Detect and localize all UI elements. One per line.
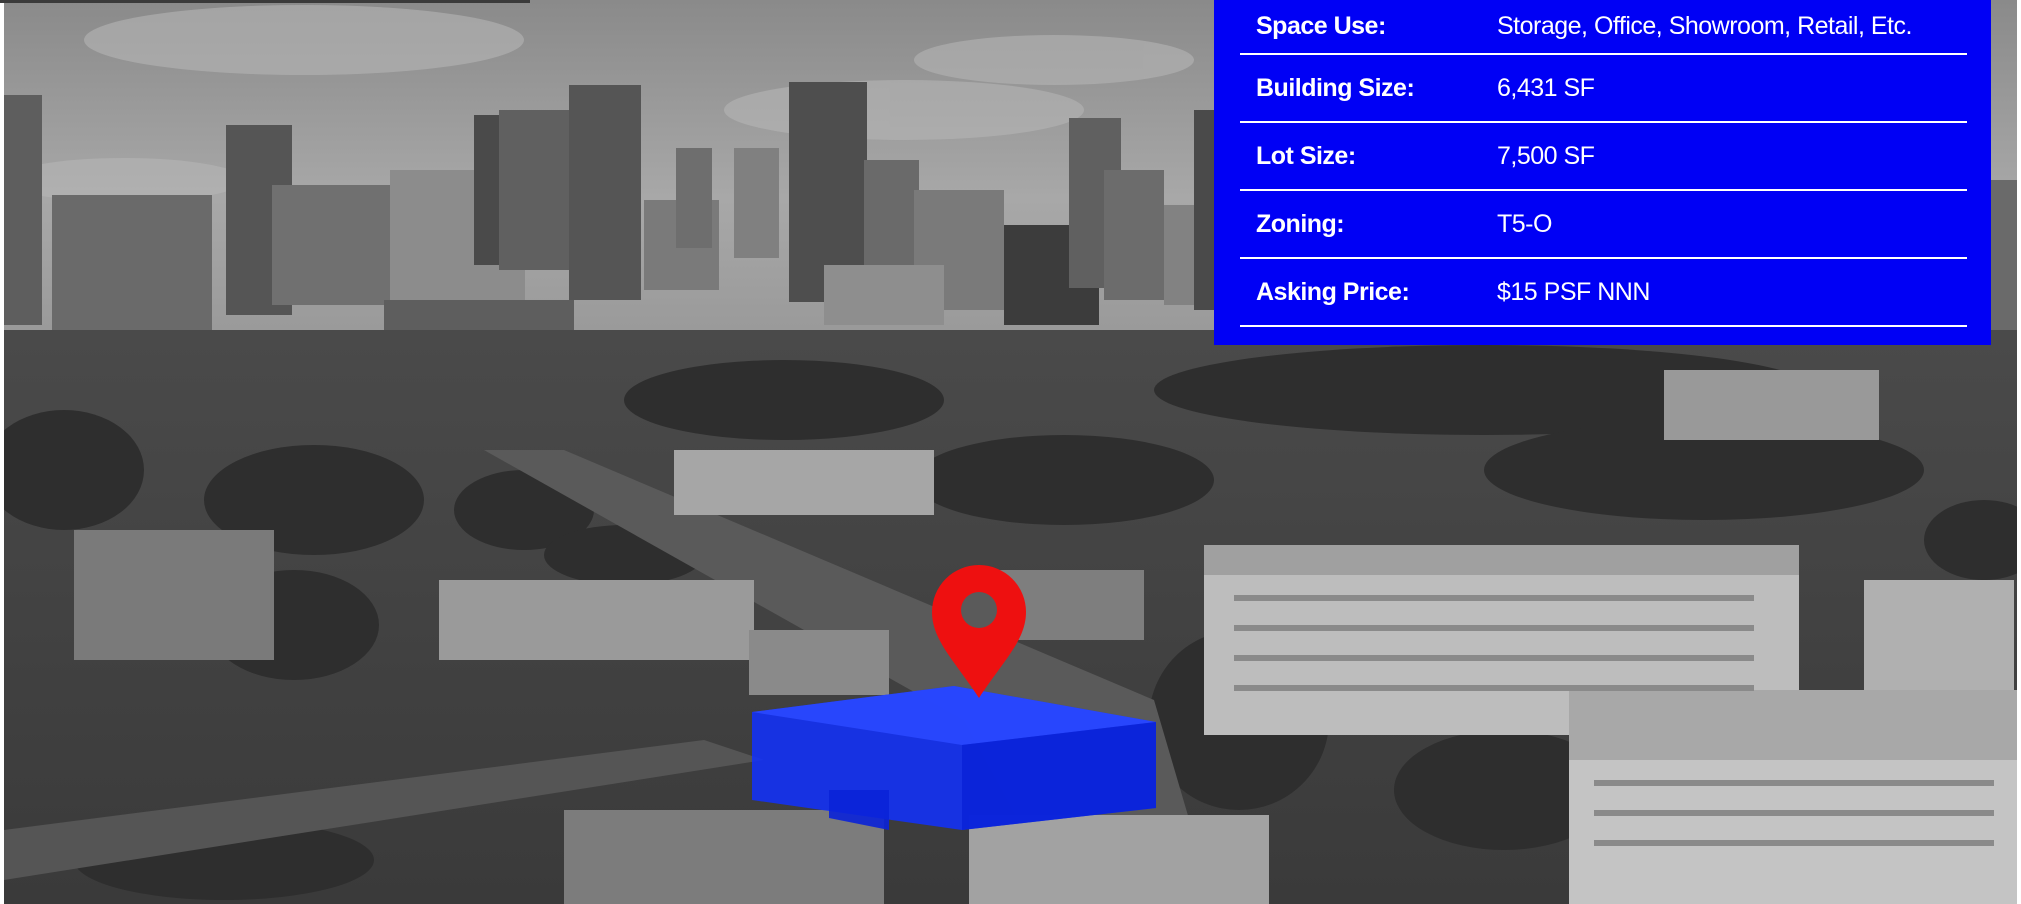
spec-value: 7,500 SF [1497, 141, 1595, 170]
spec-value: 6,431 SF [1497, 73, 1595, 102]
spec-row-building-size: Building Size: 6,431 SF [1240, 55, 1967, 123]
spec-value: Storage, Office, Showroom, Retail, Etc. [1497, 12, 1912, 40]
top-strip [0, 0, 530, 3]
spec-label: Asking Price: [1256, 277, 1410, 306]
spec-row-asking-price: Asking Price: $15 PSF NNN [1240, 259, 1967, 327]
spec-row-lot-size: Lot Size: 7,500 SF [1240, 123, 1967, 191]
spec-row-space-use: Space Use: Storage, Office, Showroom, Re… [1240, 0, 1967, 55]
spec-label: Space Use: [1256, 12, 1386, 40]
property-specs-panel: Space Use: Storage, Office, Showroom, Re… [1214, 0, 1991, 345]
spec-value: $15 PSF NNN [1497, 277, 1650, 306]
spec-label: Zoning: [1256, 209, 1345, 238]
spec-row-zoning: Zoning: T5-O [1240, 191, 1967, 259]
spec-label: Building Size: [1256, 73, 1415, 102]
spec-label: Lot Size: [1256, 141, 1356, 170]
listing-flyer: Space Use: Storage, Office, Showroom, Re… [0, 0, 2021, 904]
spec-value: T5-O [1497, 209, 1552, 238]
